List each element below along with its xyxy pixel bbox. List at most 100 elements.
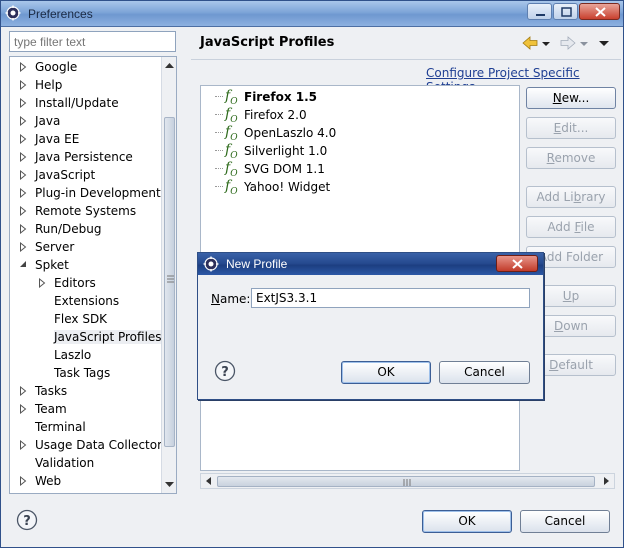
collapsed-arrow-icon[interactable]: [19, 152, 27, 162]
scroll-right-arrow-icon[interactable]: [599, 474, 613, 488]
edit-profile-button[interactable]: Edit...: [526, 117, 616, 139]
add-file-button[interactable]: Add File: [526, 216, 616, 238]
tree-item[interactable]: Terminal: [10, 418, 160, 436]
btn-mnemonic: D: [553, 319, 564, 333]
ok-button[interactable]: OK: [422, 510, 512, 533]
maximize-button[interactable]: [553, 3, 578, 20]
dialog-ok-button[interactable]: OK: [341, 361, 431, 384]
collapsed-arrow-icon[interactable]: [19, 386, 27, 396]
expanded-arrow-icon[interactable]: [19, 260, 27, 270]
btn-text: rary: [581, 190, 606, 204]
help-icon[interactable]: ?: [214, 360, 236, 382]
collapsed-arrow-icon[interactable]: [19, 98, 27, 108]
tree-item[interactable]: Install/Update: [10, 94, 160, 112]
tree-item[interactable]: Web Services: [10, 490, 160, 493]
profile-name: Silverlight 1.0: [244, 144, 328, 158]
new-profile-dialog: New Profile Name: ? OK Cancel: [197, 252, 544, 400]
tree-item[interactable]: JavaScript: [10, 166, 160, 184]
profile-name-input[interactable]: [251, 288, 530, 308]
preferences-tree[interactable]: Google Help Install/Update Java Java EE Java …: [9, 56, 177, 494]
profile-list-item[interactable]: fO Silverlight 1.0: [213, 142, 513, 161]
btn-text: p: [571, 289, 580, 303]
back-menu-chevron-icon[interactable]: [542, 42, 550, 46]
tree-item[interactable]: Java Persistence: [10, 148, 160, 166]
profile-name: Yahoo! Widget: [244, 180, 331, 194]
tree-item[interactable]: Task Tags: [10, 364, 160, 382]
forward-menu-chevron-icon[interactable]: [580, 42, 588, 46]
tree-item[interactable]: Editors: [10, 274, 160, 292]
collapsed-arrow-icon[interactable]: [19, 440, 27, 450]
scroll-up-arrow-icon[interactable]: [162, 59, 177, 73]
tree-vertical-scrollbar[interactable]: [161, 57, 176, 493]
tree-item[interactable]: Help: [10, 76, 160, 94]
collapsed-arrow-icon[interactable]: [38, 278, 46, 288]
tree-item-label: Laszlo: [54, 348, 92, 362]
tree-item[interactable]: Usage Data Collector: [10, 436, 162, 454]
tree-item[interactable]: Run/Debug: [10, 220, 160, 238]
collapsed-arrow-icon[interactable]: [19, 206, 27, 216]
minimize-button[interactable]: [527, 3, 552, 20]
tree-item[interactable]: Laszlo: [10, 346, 160, 364]
profile-list-item[interactable]: fO SVG DOM 1.1: [213, 160, 513, 179]
tree-item-label: JavaScript: [35, 168, 96, 182]
tree-item[interactable]: Team: [10, 400, 160, 418]
eclipse-gear-icon: [5, 5, 21, 21]
profiles-hscroll-thumb[interactable]: [217, 476, 595, 487]
view-menu-chevron-icon[interactable]: [599, 41, 609, 46]
collapsed-arrow-icon[interactable]: [19, 170, 27, 180]
javascript-profile-icon: fO: [225, 124, 238, 143]
tree-connector: [215, 186, 223, 187]
tree-item[interactable]: Extensions: [10, 292, 160, 310]
collapsed-arrow-icon[interactable]: [19, 62, 27, 72]
close-button[interactable]: [579, 3, 620, 20]
tree-item[interactable]: Validation: [10, 454, 160, 472]
tree-item[interactable]: JavaScript Profiles: [10, 328, 162, 346]
tree-connector: [215, 114, 223, 115]
add-library-button[interactable]: Add Library: [526, 186, 616, 208]
dialog-cancel-button[interactable]: Cancel: [439, 361, 530, 384]
tree-item[interactable]: Plug-in Development: [10, 184, 161, 202]
tree-scroll-thumb[interactable]: [164, 117, 175, 447]
profile-list-item[interactable]: fO Yahoo! Widget: [213, 178, 513, 197]
collapsed-arrow-icon[interactable]: [19, 242, 27, 252]
filter-input[interactable]: [9, 31, 176, 52]
profiles-horizontal-scrollbar[interactable]: [200, 473, 615, 489]
tree-item[interactable]: Remote Systems: [10, 202, 160, 220]
tree-item-label: Plug-in Development: [35, 186, 161, 200]
collapsed-arrow-icon[interactable]: [19, 404, 27, 414]
tree-item[interactable]: Java EE: [10, 130, 160, 148]
cancel-button[interactable]: Cancel: [520, 510, 610, 533]
back-arrow-icon[interactable]: [522, 36, 538, 50]
profile-name: SVG DOM 1.1: [244, 162, 325, 176]
profile-list-item[interactable]: fO OpenLaszlo 4.0: [213, 124, 513, 143]
help-icon[interactable]: ?: [16, 509, 38, 531]
tree-item[interactable]: Flex SDK: [10, 310, 160, 328]
remove-profile-button[interactable]: Remove: [526, 147, 616, 169]
tree-item[interactable]: Google: [10, 58, 160, 76]
dialog-titlebar[interactable]: New Profile: [198, 253, 543, 275]
tree-item[interactable]: Spket: [10, 256, 160, 274]
profile-name: Firefox 1.5: [244, 90, 318, 104]
dialog-close-button[interactable]: [496, 255, 538, 272]
label-mnemonic: N: [211, 292, 220, 306]
tree-item-label: Terminal: [35, 420, 86, 434]
tree-item[interactable]: Server: [10, 238, 160, 256]
tree-item[interactable]: Web: [10, 472, 160, 490]
collapsed-arrow-icon[interactable]: [19, 224, 27, 234]
scroll-left-arrow-icon[interactable]: [202, 474, 216, 488]
collapsed-arrow-icon[interactable]: [19, 134, 27, 144]
collapsed-arrow-icon[interactable]: [19, 116, 27, 126]
scroll-down-arrow-icon[interactable]: [162, 477, 177, 491]
collapsed-arrow-icon[interactable]: [19, 188, 27, 198]
name-label: Name:: [211, 292, 250, 306]
tree-item[interactable]: Tasks: [10, 382, 160, 400]
new-profile-button[interactable]: New...: [526, 87, 616, 109]
window-titlebar[interactable]: Preferences: [1, 1, 623, 27]
collapsed-arrow-icon[interactable]: [19, 80, 27, 90]
collapsed-arrow-icon[interactable]: [19, 476, 27, 486]
profile-list-item[interactable]: fO Firefox 2.0: [213, 106, 513, 125]
btn-text: own: [563, 319, 588, 333]
tree-item[interactable]: Java: [10, 112, 160, 130]
forward-arrow-icon[interactable]: [560, 36, 576, 50]
profile-list-item[interactable]: fO Firefox 1.5: [213, 88, 513, 107]
